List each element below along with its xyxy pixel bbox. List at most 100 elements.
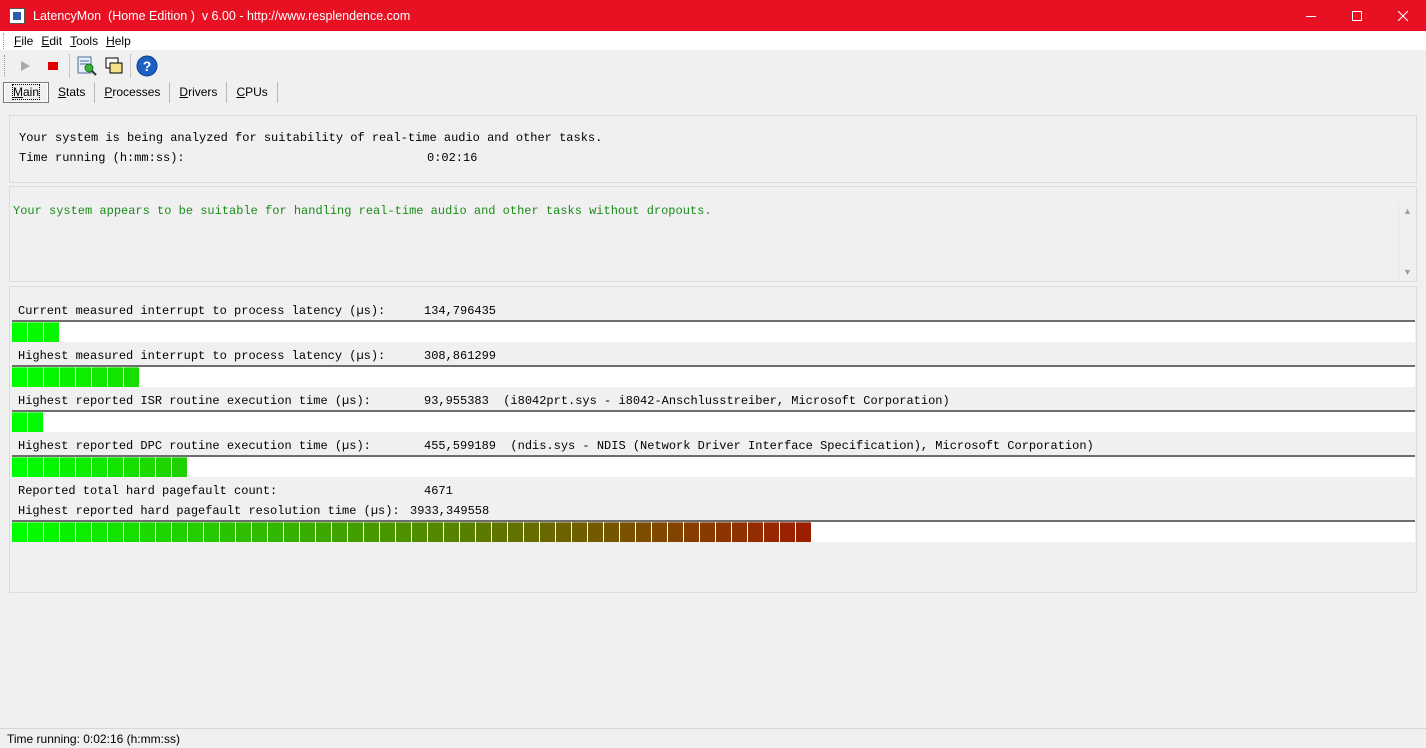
bar-segment — [124, 367, 139, 387]
bar-segment — [12, 522, 27, 542]
bar-segment — [28, 522, 43, 542]
bar-segment — [12, 457, 27, 477]
metric-detail: (i8042prt.sys - i8042-Anschlusstreiber, … — [503, 394, 950, 408]
metric-bar-highest-latency — [12, 365, 1415, 387]
metric-bar-fill — [12, 457, 188, 477]
window-title: LatencyMon (Home Edition ) v 6.00 - http… — [33, 8, 411, 23]
bar-segment — [460, 522, 475, 542]
bar-segment — [92, 522, 107, 542]
tab-drivers-label: Drivers — [179, 85, 218, 99]
bar-segment — [348, 522, 363, 542]
start-button[interactable] — [11, 53, 39, 79]
bar-segment — [172, 522, 187, 542]
menu-help[interactable]: Help — [102, 34, 135, 48]
verdict-scrollbar[interactable]: ▲ ▼ — [1398, 202, 1415, 280]
metric-bar-fill — [12, 322, 60, 342]
menu-file[interactable]: File — [10, 34, 37, 48]
bar-segment — [236, 522, 251, 542]
svg-text:?: ? — [143, 58, 152, 74]
bar-segment — [668, 522, 683, 542]
bar-segment — [524, 522, 539, 542]
bar-segment — [796, 522, 811, 542]
bar-segment — [60, 457, 75, 477]
close-button[interactable] — [1380, 0, 1426, 31]
bar-segment — [540, 522, 555, 542]
bar-segment — [124, 457, 139, 477]
menu-grip — [3, 32, 6, 49]
analysis-status-panel: Your system is being analyzed for suitab… — [9, 115, 1417, 183]
bar-segment — [780, 522, 795, 542]
metric-value: 93,955383 (i8042prt.sys - i8042-Anschlus… — [424, 394, 950, 408]
bar-segment — [76, 457, 91, 477]
bar-segment — [732, 522, 747, 542]
bar-segment — [60, 522, 75, 542]
bar-segment — [652, 522, 667, 542]
bar-segment — [12, 322, 27, 342]
tab-main[interactable]: Main — [3, 81, 50, 103]
bar-segment — [284, 522, 299, 542]
bar-segment — [220, 522, 235, 542]
report-icon — [77, 56, 97, 76]
bar-segment — [428, 522, 443, 542]
metrics-panel: Current measured interrupt to process la… — [9, 286, 1417, 593]
bar-segment — [108, 457, 123, 477]
metric-bar-fill — [12, 412, 44, 432]
scroll-up-icon[interactable]: ▲ — [1399, 202, 1416, 219]
tab-processes[interactable]: Processes — [95, 81, 171, 103]
bar-segment — [108, 522, 123, 542]
play-icon — [21, 61, 30, 71]
help-icon: ? — [136, 55, 158, 77]
bar-segment — [92, 367, 107, 387]
bar-segment — [44, 457, 59, 477]
metric-value: 455,599189 (ndis.sys - NDIS (Network Dri… — [424, 439, 1094, 453]
bar-segment — [252, 522, 267, 542]
menu-tools[interactable]: Tools — [66, 34, 102, 48]
bar-segment — [396, 522, 411, 542]
bar-segment — [12, 412, 27, 432]
menu-edit[interactable]: Edit — [37, 34, 66, 48]
metric-label: Highest reported hard pagefault resoluti… — [18, 504, 400, 518]
stop-button[interactable] — [39, 53, 67, 79]
tab-drivers[interactable]: Drivers — [170, 81, 228, 103]
bar-segment — [44, 367, 59, 387]
minimize-button[interactable] — [1288, 0, 1334, 31]
bar-segment — [188, 522, 203, 542]
bar-segment — [300, 522, 315, 542]
report-button[interactable] — [72, 53, 100, 79]
bar-segment — [156, 457, 171, 477]
bar-segment — [716, 522, 731, 542]
tab-cpus[interactable]: CPUs — [227, 81, 278, 103]
help-button[interactable]: ? — [133, 53, 161, 79]
scroll-down-icon[interactable]: ▼ — [1399, 263, 1416, 280]
maximize-button[interactable] — [1334, 0, 1380, 31]
bar-segment — [12, 367, 27, 387]
metric-label: Highest reported DPC routine execution t… — [18, 439, 371, 453]
bar-segment — [28, 322, 43, 342]
bar-segment — [204, 522, 219, 542]
tab-cpus-label: CPUs — [236, 85, 268, 99]
bar-segment — [764, 522, 779, 542]
metric-value: 308,861299 — [424, 349, 497, 363]
time-running-value: 0:02:16 — [427, 151, 478, 165]
bar-segment — [588, 522, 603, 542]
tab-stats[interactable]: Stats — [49, 81, 96, 103]
bar-segment — [508, 522, 523, 542]
bar-segment — [572, 522, 587, 542]
windows-button[interactable] — [100, 53, 128, 79]
bar-segment — [316, 522, 331, 542]
toolbar-separator — [69, 54, 70, 78]
status-bar: Time running: 0:02:16 (h:mm:ss) — [0, 728, 1426, 748]
metric-label: Reported total hard pagefault count: — [18, 484, 278, 498]
metric-value: 3933,349558 — [410, 504, 490, 518]
metric-detail: (ndis.sys - NDIS (Network Driver Interfa… — [510, 439, 1094, 453]
analysis-status-text: Your system is being analyzed for suitab… — [19, 131, 603, 145]
stop-icon — [48, 62, 58, 70]
bar-segment — [700, 522, 715, 542]
metric-bar-pagefault — [12, 520, 1415, 542]
metric-value: 4671 — [424, 484, 453, 498]
app-icon — [9, 7, 25, 24]
bar-segment — [76, 367, 91, 387]
menu-bar: File Edit Tools Help — [0, 31, 1426, 51]
bar-segment — [636, 522, 651, 542]
windows-icon — [105, 57, 123, 74]
